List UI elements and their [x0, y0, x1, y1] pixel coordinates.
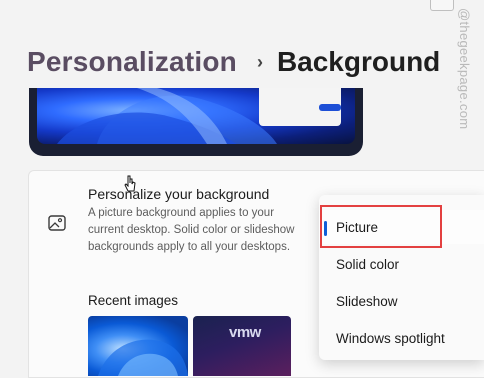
menu-item-label: Windows spotlight [336, 330, 445, 346]
breadcrumb: Personalization › Background [27, 40, 440, 84]
personalize-description: A picture background applies to your cur… [88, 207, 295, 253]
personalize-title: Personalize your background [88, 186, 270, 202]
menu-item-label: Solid color [336, 256, 400, 272]
recent-images-label: Recent images [88, 293, 179, 308]
recent-image-thumbnail[interactable]: vmw [193, 316, 291, 376]
annotation-highlight-box [320, 205, 442, 248]
preview-wallpaper [37, 88, 355, 144]
watermark-text: @thegeekpage.com [457, 8, 472, 130]
desktop-preview [29, 88, 363, 156]
breadcrumb-separator: › [256, 51, 263, 72]
window-control-fragment[interactable] [430, 0, 454, 11]
menu-item-slideshow[interactable]: Slideshow [319, 284, 484, 318]
menu-item-solid-color[interactable]: Solid color [319, 247, 484, 281]
menu-item-windows-spotlight[interactable]: Windows spotlight [319, 321, 484, 355]
mouse-cursor-icon [124, 175, 138, 193]
watermark: @thegeekpage.com [454, 6, 476, 156]
breadcrumb-personalization[interactable]: Personalization [27, 46, 237, 78]
thumbnail-logo-text: vmw [229, 324, 261, 341]
page-title: Background [276, 46, 441, 77]
recent-image-thumbnail[interactable] [88, 316, 188, 376]
preview-window-button [319, 104, 341, 111]
preview-window [259, 88, 341, 126]
image-icon [48, 215, 66, 231]
menu-item-label: Slideshow [336, 293, 398, 309]
